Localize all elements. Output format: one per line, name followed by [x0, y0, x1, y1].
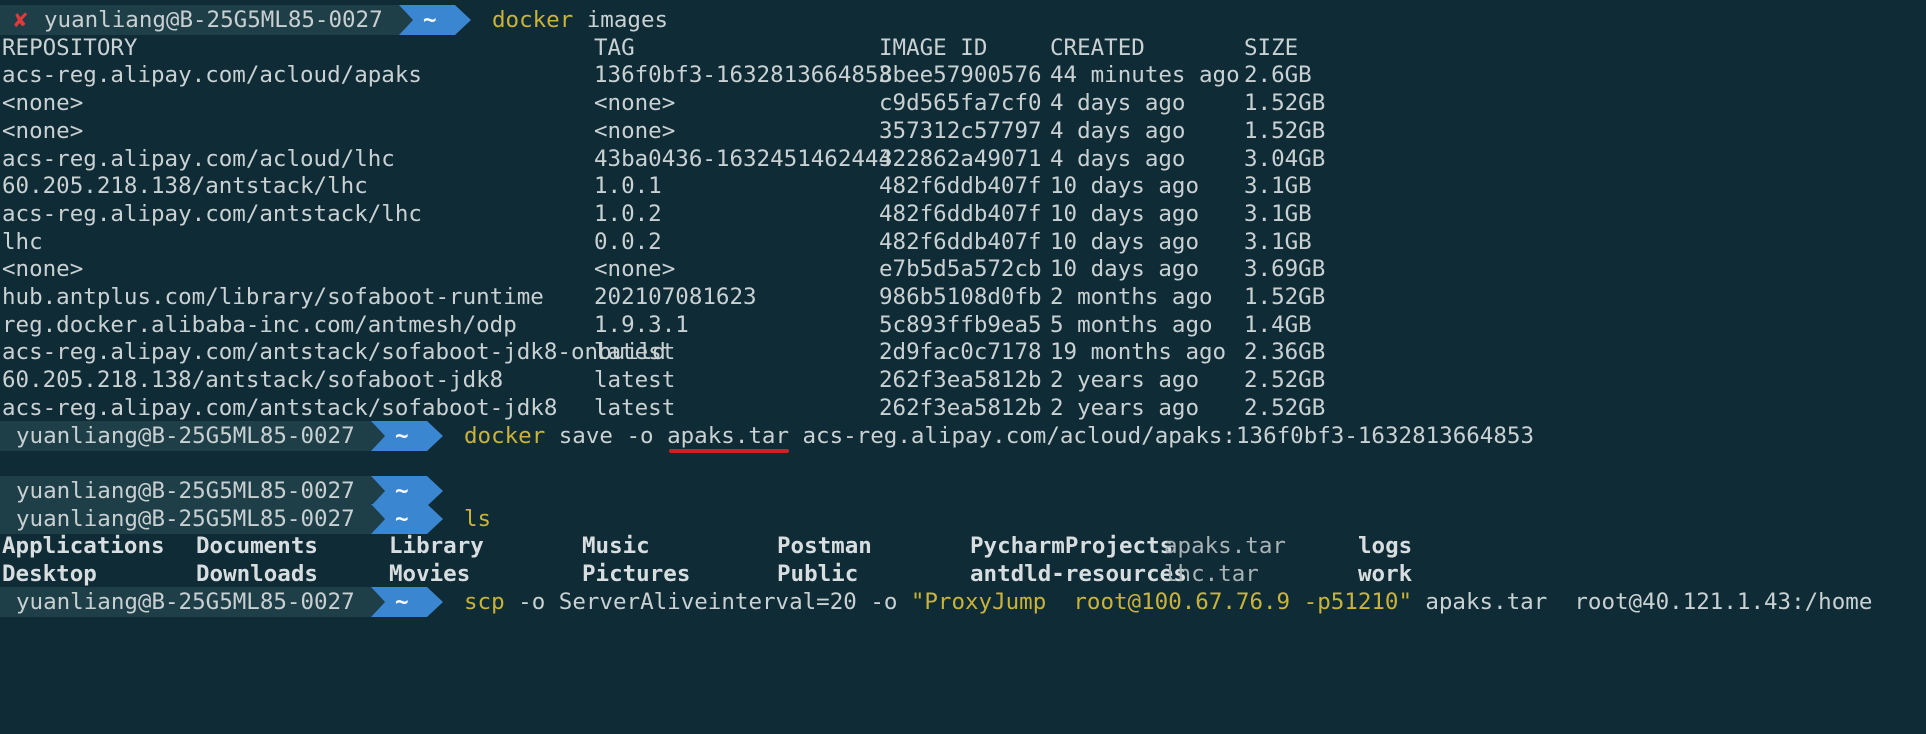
- prompt-dir: ~: [395, 422, 409, 449]
- command-args: -o ServerAliveinterval=20 -o: [504, 588, 911, 615]
- command-keyword: docker: [464, 422, 546, 449]
- prompt-user-host: yuanliang@B-25G5ML85-0027: [16, 588, 355, 615]
- output-file-arg: apaks.tar: [667, 422, 790, 449]
- prompt-dir: ~: [395, 588, 409, 615]
- powerline-arrow-icon: [371, 420, 443, 451]
- prompt-line-docker-save: yuanliang@B-25G5ML85-0027 ~ docker save -o …: [0, 419, 1926, 453]
- image-ref-arg: acs-reg.alipay.com/acloud/apaks:136f0bf3…: [788, 422, 1534, 449]
- prompt-dir-segment: ~: [371, 420, 445, 451]
- prompt-context: yuanliang@B-25G5ML85-0027: [0, 586, 374, 617]
- powerline-arrow-icon: [371, 586, 443, 617]
- annotation-underline: [669, 448, 789, 453]
- command-keyword: scp: [464, 588, 505, 615]
- command-args: apaks.tar root@40.121.1.43:/home: [1411, 588, 1873, 615]
- prompt-line-scp: yuanliang@B-25G5ML85-0027 ~ scp -o ServerA…: [0, 585, 1926, 619]
- quoted-string-arg: "ProxyJump root@100.67.76.9 -p51210": [910, 588, 1413, 615]
- prompt-user-host: yuanliang@B-25G5ML85-0027: [16, 422, 355, 449]
- prompt-dir-segment: ~: [371, 586, 445, 617]
- command-args: save -o: [558, 422, 668, 449]
- prompt-context: yuanliang@B-25G5ML85-0027: [0, 420, 374, 451]
